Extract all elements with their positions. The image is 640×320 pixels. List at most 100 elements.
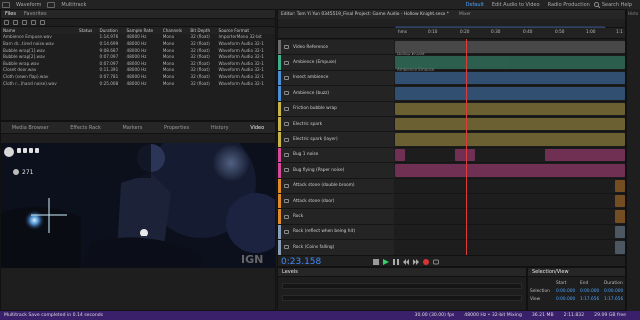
table-row[interactable]: Ambience Empuse.wav 1:14.976 48000 Hz Mono 3…: [1, 34, 275, 41]
track-header[interactable]: Electric spark (layer): [278, 132, 394, 148]
table-row[interactable]: Closet door.wav 0:11.391 48000 Hz Mono 32 (f…: [1, 67, 275, 74]
audio-clip[interactable]: Ambience Empuse: [395, 56, 625, 72]
tab-video[interactable]: Video: [246, 125, 268, 131]
search-help[interactable]: Search Help: [593, 2, 632, 8]
playhead[interactable]: [466, 39, 467, 256]
track-lane[interactable]: Hollow Knight: [395, 40, 625, 57]
col-status[interactable]: Status: [77, 27, 98, 34]
table-row[interactable]: Cloth (sewn flap).wav 0:07.781 48000 Hz Mon…: [1, 73, 275, 80]
audio-clip[interactable]: [395, 133, 625, 146]
track-name[interactable]: Bug 1 noise: [293, 152, 318, 157]
track-lane[interactable]: [395, 70, 625, 87]
close-icon[interactable]: [31, 20, 36, 25]
track-header[interactable]: Attack stone (door): [278, 194, 394, 210]
tab-properties[interactable]: Properties: [160, 125, 193, 131]
track-lane[interactable]: [395, 178, 625, 194]
col-sample-rate[interactable]: Sample Rate: [124, 27, 161, 34]
track-header[interactable]: Rock (Coins falling): [278, 240, 394, 256]
track-name[interactable]: Electric spark: [293, 122, 322, 127]
view-start[interactable]: 0:00.000: [556, 297, 580, 302]
track-header[interactable]: Ambience (Empuse): [278, 55, 394, 71]
audio-clip[interactable]: [615, 241, 625, 254]
levels-title[interactable]: Levels: [278, 269, 302, 275]
track-lane[interactable]: [395, 209, 625, 225]
tab-files[interactable]: Files: [1, 11, 20, 17]
track-lane[interactable]: [395, 117, 625, 133]
rewind-icon[interactable]: [403, 259, 409, 265]
track-lane[interactable]: [395, 132, 625, 148]
track-header[interactable]: Video Reference: [278, 40, 394, 56]
audio-clip[interactable]: [615, 179, 625, 192]
audio-clip[interactable]: [395, 102, 625, 115]
track-name[interactable]: Bug flying (Paper noise): [293, 168, 344, 173]
search-icon[interactable]: [40, 20, 45, 25]
track-lane[interactable]: [395, 86, 625, 102]
track-name[interactable]: Rock (reflect when being hit): [293, 229, 355, 234]
workspace-edit-audio-video[interactable]: Edit Audio to Video: [488, 2, 544, 8]
track-header[interactable]: Friction bubble wrap: [278, 101, 394, 117]
audio-clip[interactable]: [395, 148, 405, 162]
play-icon[interactable]: [383, 259, 389, 265]
audio-clip[interactable]: [395, 71, 625, 85]
audio-clip[interactable]: [395, 164, 625, 177]
track-header[interactable]: Electric spark: [278, 117, 394, 133]
track-name[interactable]: Electric spark (layer): [293, 137, 338, 142]
audio-clip[interactable]: [395, 118, 625, 131]
audio-clip[interactable]: [615, 225, 625, 239]
audio-clip[interactable]: [395, 87, 625, 100]
track-name[interactable]: Attack stone (door): [293, 199, 334, 204]
tab-favorites[interactable]: Favorites: [20, 11, 51, 17]
table-row[interactable]: Bubble wrap[2].wav 0:07.097 48000 Hz Mono 32…: [1, 53, 275, 60]
view-duration[interactable]: 1:17.656: [604, 297, 628, 302]
record-button[interactable]: [423, 259, 429, 265]
waveform-view-button[interactable]: Waveform: [12, 2, 45, 8]
fast-forward-icon[interactable]: [413, 259, 419, 265]
audio-clip[interactable]: [455, 148, 475, 162]
track-lane[interactable]: Ambience Empuse: [395, 55, 625, 72]
track-header[interactable]: Bug 1 noise: [278, 147, 394, 164]
track-name[interactable]: Video Reference: [293, 45, 328, 50]
audio-clip[interactable]: Hollow Knight: [395, 41, 625, 57]
waveform-icon[interactable]: [2, 1, 10, 8]
open-file-icon[interactable]: [13, 20, 18, 25]
table-row[interactable]: Bubble wrap.wav 0:07.097 48000 Hz Mono 32 (f…: [1, 60, 275, 67]
track-header[interactable]: Rock: [278, 209, 394, 225]
col-duration[interactable]: Duration: [97, 27, 125, 34]
view-end[interactable]: 1:17.656: [580, 297, 604, 302]
track-lane[interactable]: [395, 147, 625, 164]
stop-button[interactable]: [373, 259, 379, 265]
track-name[interactable]: Friction bubble wrap: [293, 106, 337, 111]
editor-title[interactable]: Editor: Tom Yi Yun 0345519_Final Project…: [281, 12, 449, 17]
import-icon[interactable]: [22, 20, 27, 25]
multitrack-icon[interactable]: [47, 1, 56, 8]
tab-history[interactable]: History: [207, 125, 233, 131]
track-lane[interactable]: [395, 240, 625, 256]
track-name[interactable]: Insect ambience: [293, 75, 328, 80]
table-row[interactable]: Barn dr...tired noise.wav 0:14.699 48000 H…: [1, 40, 275, 47]
col-source-format[interactable]: Source Format: [216, 27, 275, 34]
track-header[interactable]: Ambience (buzz): [278, 86, 394, 102]
tab-markers[interactable]: Markers: [118, 125, 146, 131]
track-name[interactable]: Ambience (buzz): [293, 91, 329, 96]
col-bit-depth[interactable]: Bit Depth: [188, 27, 217, 34]
table-row[interactable]: Bubble wrap[1].wav 9:08.687 48000 Hz Mono 32…: [1, 47, 275, 54]
table-row[interactable]: Cloth r...(hand noise).wav 0:25.008 48000 …: [1, 80, 275, 87]
pause-button[interactable]: [393, 259, 399, 265]
workspace-radio-production[interactable]: Radio Production: [544, 2, 594, 8]
col-channels[interactable]: Channels: [160, 27, 189, 34]
track-header[interactable]: Attack stone (double broom): [278, 178, 394, 194]
selection-duration[interactable]: 0:00.000: [604, 289, 628, 294]
tab-effects-rack[interactable]: Effects Rack: [66, 125, 105, 131]
mixer-tab[interactable]: Mixer: [459, 12, 471, 17]
workspace-default[interactable]: Default: [462, 2, 488, 8]
track-lane[interactable]: [395, 101, 625, 117]
track-header[interactable]: Bug flying (Paper noise): [278, 163, 394, 179]
track-name[interactable]: Attack stone (double broom): [293, 183, 355, 188]
new-file-icon[interactable]: [4, 20, 9, 25]
track-name[interactable]: Ambience (Empuse): [293, 60, 336, 65]
history-label[interactable]: Histo: [627, 9, 640, 18]
audio-clip[interactable]: [615, 210, 625, 223]
track-name[interactable]: Rock (Coins falling): [293, 245, 334, 250]
track-header[interactable]: Rock (reflect when being hit): [278, 224, 394, 241]
selection-end[interactable]: 0:00.000: [580, 289, 604, 294]
